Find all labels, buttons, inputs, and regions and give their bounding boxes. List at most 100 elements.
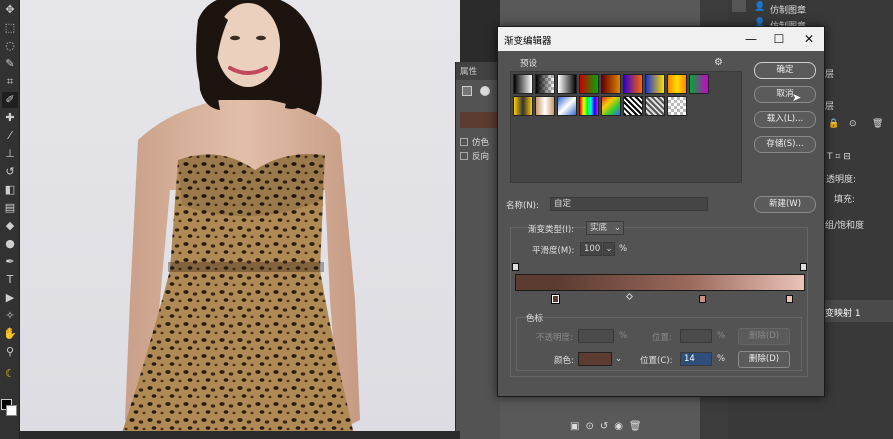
ok-button[interactable]: 确定: [754, 62, 816, 79]
preset-swatch[interactable]: [557, 96, 577, 116]
reverse-label: 反向: [472, 152, 490, 162]
quick-select-tool-icon[interactable]: ✎: [2, 56, 18, 72]
background-color-swatch[interactable]: [6, 405, 17, 416]
layer-label-partial[interactable]: 层: [825, 67, 834, 80]
clone-stamp-tool-icon[interactable]: ⊥: [2, 146, 18, 162]
eyedropper-tool-icon[interactable]: ✐: [2, 92, 18, 108]
tools-panel: ✥ ⬚ ◌ ✎ ⌗ ✐ ✚ ⁄ ⊥ ↺ ◧ ▤ ◆ ● ✒ T ▶ ✧ ✋ ⚲ …: [0, 0, 20, 439]
properties-footer-icons[interactable]: ▣⊙↺◉🗑: [570, 421, 670, 435]
save-button[interactable]: 存储(S)...: [754, 136, 816, 153]
opacity-input: [578, 329, 614, 343]
gradient-type-select[interactable]: 实底 ⌄: [586, 221, 624, 235]
opacity-stop-left[interactable]: [512, 263, 519, 271]
layer-name-clone-1[interactable]: 仿制图章: [770, 3, 806, 16]
preset-swatch[interactable]: [557, 74, 577, 94]
chevron-down-icon[interactable]: ⌄: [603, 242, 615, 256]
layer-gradient-map[interactable]: 变映射 1: [825, 306, 861, 319]
preset-swatch[interactable]: [579, 96, 599, 116]
smoothness-input[interactable]: 100: [580, 242, 602, 256]
opacity-label-partial: 透明度:: [826, 175, 857, 185]
hand-tool-icon[interactable]: ✋: [2, 326, 18, 342]
name-input[interactable]: 自定: [550, 197, 708, 211]
presets-grid: [510, 71, 742, 183]
gradient-bar[interactable]: [515, 274, 805, 291]
percent-label: %: [619, 244, 628, 254]
preset-swatch[interactable]: [513, 96, 533, 116]
preset-swatch[interactable]: [579, 74, 599, 94]
zoom-tool-icon[interactable]: ⚲: [2, 344, 18, 360]
preset-swatch[interactable]: [645, 96, 665, 116]
preset-swatch[interactable]: [645, 74, 665, 94]
preset-swatch[interactable]: [535, 96, 555, 116]
color-stop[interactable]: [699, 295, 706, 303]
move-tool-icon[interactable]: ✥: [2, 2, 18, 18]
new-button[interactable]: 新建(W): [754, 196, 816, 213]
opacity-label: 不透明度:: [536, 333, 573, 343]
properties-tab[interactable]: 属性: [456, 62, 500, 80]
preset-swatch[interactable]: [689, 74, 709, 94]
brush-tool-icon[interactable]: ⁄: [2, 128, 18, 144]
camera-icon[interactable]: ⊙: [849, 119, 857, 129]
preset-swatch[interactable]: [623, 96, 643, 116]
chevron-down-icon[interactable]: ⌄: [615, 354, 622, 364]
lock-icon[interactable]: 🔒: [828, 119, 839, 129]
crop-tool-icon[interactable]: ⌗: [2, 74, 18, 90]
cancel-button[interactable]: 取消: [754, 86, 816, 103]
percent-label: %: [619, 331, 628, 341]
gradient-editor-dialog: 渐变编辑器 — ☐ ✕ 预设 ⚙ 确定 取消 载入(L)... 存储(S)...…: [497, 26, 825, 397]
fill-label-partial: 填充:: [834, 195, 856, 205]
chevron-down-icon: ⌄: [613, 223, 621, 233]
opacity-stop-right[interactable]: [800, 263, 807, 271]
shape-tool-icon[interactable]: ✧: [2, 308, 18, 324]
dialog-title: 渐变编辑器: [504, 36, 552, 47]
preset-swatch[interactable]: [667, 96, 687, 116]
gear-icon[interactable]: ⚙: [714, 57, 723, 68]
location-input[interactable]: 14: [680, 352, 712, 366]
blur-tool-icon[interactable]: ◆: [2, 218, 18, 234]
location-label: 位置(C):: [640, 356, 673, 366]
layer-label-partial[interactable]: 层: [825, 99, 834, 112]
path-select-tool-icon[interactable]: ▶: [2, 290, 18, 306]
trash-icon[interactable]: 🗑: [872, 119, 883, 129]
reverse-checkbox[interactable]: [460, 152, 468, 160]
color-label: 颜色:: [554, 356, 574, 366]
mouse-cursor-icon: ➤: [792, 91, 802, 104]
color-stop-selected[interactable]: [551, 294, 560, 304]
preset-swatch[interactable]: [601, 74, 621, 94]
pen-tool-icon[interactable]: ✒: [2, 254, 18, 270]
dialog-titlebar[interactable]: 渐变编辑器 — ☐ ✕: [498, 27, 824, 51]
color-swatch[interactable]: [578, 352, 612, 366]
healing-brush-tool-icon[interactable]: ✚: [2, 110, 18, 126]
gradient-preview[interactable]: [460, 112, 500, 128]
dodge-tool-icon[interactable]: ●: [2, 236, 18, 252]
preset-swatch[interactable]: [513, 74, 533, 94]
layer-hue-saturation[interactable]: 组/饱和度: [825, 218, 864, 231]
adjustment-icon: [462, 86, 472, 96]
load-button[interactable]: 载入(L)...: [754, 111, 816, 128]
eraser-tool-icon[interactable]: ◧: [2, 182, 18, 198]
marquee-tool-icon[interactable]: ⬚: [2, 20, 18, 36]
properties-panel: 属性 仿色 反向: [455, 62, 500, 439]
edit-toolbar-icon[interactable]: ☾: [2, 366, 18, 382]
preset-swatch[interactable]: [535, 74, 555, 94]
percent-label: %: [717, 331, 726, 341]
minimize-icon[interactable]: —: [742, 30, 760, 48]
presets-label: 预设: [520, 59, 538, 69]
type-tool-icon[interactable]: T: [2, 272, 18, 288]
gradient-tool-icon[interactable]: ▤: [2, 200, 18, 216]
model-photo: [120, 0, 360, 439]
preset-swatch[interactable]: [667, 74, 687, 94]
dither-label: 仿色: [472, 138, 490, 148]
maximize-icon[interactable]: ☐: [770, 30, 788, 48]
color-stop[interactable]: [786, 295, 793, 303]
gradient-type-label: 渐变类型(I):: [528, 225, 575, 235]
close-icon[interactable]: ✕: [800, 30, 818, 48]
document-canvas[interactable]: [20, 0, 460, 439]
dither-checkbox[interactable]: [460, 138, 468, 146]
history-brush-tool-icon[interactable]: ↺: [2, 164, 18, 180]
delete-color-stop-button[interactable]: 删除(D): [738, 351, 790, 368]
preset-swatch[interactable]: [601, 96, 621, 116]
lasso-tool-icon[interactable]: ◌: [2, 38, 18, 54]
layer-filter-text-icon[interactable]: T ⌗ ⊟: [827, 152, 851, 162]
preset-swatch[interactable]: [623, 74, 643, 94]
